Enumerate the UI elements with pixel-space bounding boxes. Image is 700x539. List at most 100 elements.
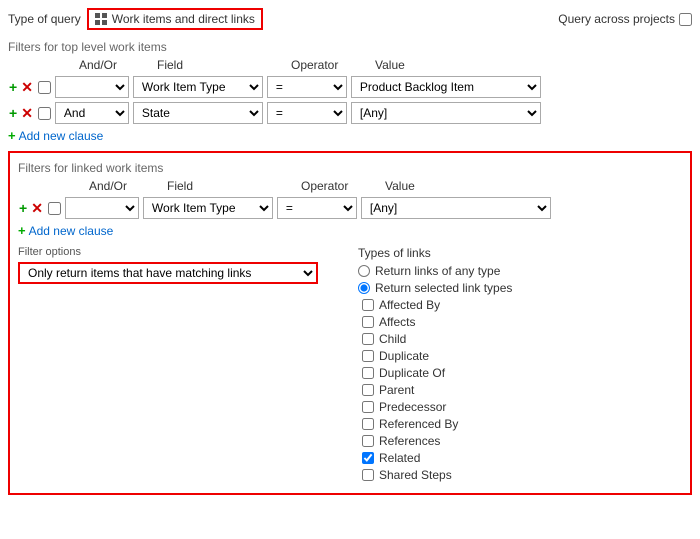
cb-references-input[interactable]: [362, 435, 374, 447]
cb-referenced-by-input[interactable]: [362, 418, 374, 430]
top-bar-left: Type of query Work items and direct link…: [8, 8, 263, 30]
cb-shared-steps-input[interactable]: [362, 469, 374, 481]
filter-options-select[interactable]: Only return items that have matching lin…: [18, 262, 318, 284]
cb-affects-input[interactable]: [362, 316, 374, 328]
linked-row1-checkbox[interactable]: [48, 202, 61, 215]
cb-affected-by: Affected By: [358, 298, 682, 312]
radio-any-type: Return links of any type: [358, 264, 682, 278]
cb-duplicate-of-input[interactable]: [362, 367, 374, 379]
linked-filters-header: And/Or Field Operator Value: [18, 179, 682, 193]
linked-filter-row-1: + ✕ And Or Work Item Type State Title = …: [18, 197, 682, 219]
linked-add-clause-button[interactable]: + Add new clause: [18, 223, 113, 238]
row2-add-button[interactable]: +: [8, 106, 18, 120]
top-add-clause-button[interactable]: + Add new clause: [8, 128, 103, 143]
types-of-links-section: Types of links Return links of any type …: [358, 246, 682, 485]
row1-remove-button[interactable]: ✕: [20, 80, 34, 94]
cb-parent: Parent: [358, 383, 682, 397]
cb-child-label: Child: [379, 332, 406, 346]
top-level-filters-section: Filters for top level work items And/Or …: [8, 40, 692, 143]
linked-row1-operator-select[interactable]: = !=: [277, 197, 357, 219]
top-filter-row-1: + ✕ And Or Work Item Type State Title = …: [8, 76, 692, 98]
linked-add-clause-label: Add new clause: [29, 224, 114, 238]
top-col-andor: And/Or: [79, 58, 153, 72]
cb-references-label: References: [379, 434, 440, 448]
top-add-clause-plus-icon: +: [8, 128, 16, 143]
top-col-value: Value: [375, 58, 565, 72]
query-type-label: Work items and direct links: [112, 12, 255, 26]
row2-value-select[interactable]: [Any] Active Resolved: [351, 102, 541, 124]
cb-predecessor: Predecessor: [358, 400, 682, 414]
cb-duplicate: Duplicate: [358, 349, 682, 363]
cb-related-input[interactable]: [362, 452, 374, 464]
row1-value-select[interactable]: Product Backlog Item Bug Task [Any]: [351, 76, 541, 98]
cb-predecessor-input[interactable]: [362, 401, 374, 413]
cb-related: Related: [358, 451, 682, 465]
row1-add-button[interactable]: +: [8, 80, 18, 94]
top-filters-label: Filters for top level work items: [8, 40, 692, 54]
linked-row1-value-select[interactable]: [Any] Product Backlog Item Bug: [361, 197, 551, 219]
cb-referenced-by: Referenced By: [358, 417, 682, 431]
top-bar: Type of query Work items and direct link…: [8, 8, 692, 30]
filter-options-section: Filter options Only return items that ha…: [18, 246, 682, 485]
query-type-button[interactable]: Work items and direct links: [87, 8, 263, 30]
row1-add-remove: + ✕: [8, 80, 34, 94]
cb-related-label: Related: [379, 451, 420, 465]
cb-parent-label: Parent: [379, 383, 414, 397]
radio-selected-types-label: Return selected link types: [375, 281, 512, 295]
row2-operator-select[interactable]: = !=: [267, 102, 347, 124]
cb-affects-label: Affects: [379, 315, 415, 329]
cb-parent-input[interactable]: [362, 384, 374, 396]
linked-col-field: Field: [167, 179, 297, 193]
cb-duplicate-input[interactable]: [362, 350, 374, 362]
top-filter-row-2: + ✕ And Or State Work Item Type Title = …: [8, 102, 692, 124]
cb-shared-steps-label: Shared Steps: [379, 468, 452, 482]
row1-operator-select[interactable]: = !=: [267, 76, 347, 98]
row1-andor-select[interactable]: And Or: [55, 76, 129, 98]
radio-any-type-label: Return links of any type: [375, 264, 500, 278]
query-across-projects: Query across projects: [558, 12, 692, 26]
types-of-links-label: Types of links: [358, 246, 682, 260]
top-add-clause-label: Add new clause: [19, 129, 104, 143]
cb-duplicate-of-label: Duplicate Of: [379, 366, 445, 380]
cb-predecessor-label: Predecessor: [379, 400, 446, 414]
cb-referenced-by-label: Referenced By: [379, 417, 458, 431]
row2-andor-select[interactable]: And Or: [55, 102, 129, 124]
linked-row1-andor-select[interactable]: And Or: [65, 197, 139, 219]
row2-add-remove: + ✕: [8, 106, 34, 120]
cb-duplicate-of: Duplicate Of: [358, 366, 682, 380]
cb-references: References: [358, 434, 682, 448]
linked-row1-add-remove: + ✕: [18, 201, 44, 215]
top-col-field: Field: [157, 58, 287, 72]
row2-field-select[interactable]: State Work Item Type Title: [133, 102, 263, 124]
cb-affected-by-label: Affected By: [379, 298, 440, 312]
linked-col-value: Value: [385, 179, 575, 193]
linked-row1-field-select[interactable]: Work Item Type State Title: [143, 197, 273, 219]
cb-affected-by-input[interactable]: [362, 299, 374, 311]
cb-child-input[interactable]: [362, 333, 374, 345]
query-across-label: Query across projects: [558, 12, 675, 26]
linked-row1-add-button[interactable]: +: [18, 201, 28, 215]
row2-remove-button[interactable]: ✕: [20, 106, 34, 120]
type-of-query-label: Type of query: [8, 12, 81, 26]
cb-duplicate-label: Duplicate: [379, 349, 429, 363]
top-col-operator: Operator: [291, 58, 371, 72]
radio-selected-types-input[interactable]: [358, 282, 370, 294]
linked-filters-label: Filters for linked work items: [18, 161, 682, 175]
query-across-checkbox[interactable]: [679, 13, 692, 26]
top-filters-header: And/Or Field Operator Value: [8, 58, 692, 72]
cb-shared-steps: Shared Steps: [358, 468, 682, 482]
linked-filters-section: Filters for linked work items And/Or Fie…: [8, 151, 692, 495]
row1-field-select[interactable]: Work Item Type State Title: [133, 76, 263, 98]
radio-any-type-input[interactable]: [358, 265, 370, 277]
cb-affects: Affects: [358, 315, 682, 329]
filter-options-left: Filter options Only return items that ha…: [18, 246, 328, 284]
grid-icon: [95, 13, 108, 26]
row2-checkbox[interactable]: [38, 107, 51, 120]
linked-col-operator: Operator: [301, 179, 381, 193]
linked-add-clause-plus-icon: +: [18, 223, 26, 238]
row1-checkbox[interactable]: [38, 81, 51, 94]
linked-col-andor: And/Or: [89, 179, 163, 193]
cb-child: Child: [358, 332, 682, 346]
linked-row1-remove-button[interactable]: ✕: [30, 201, 44, 215]
radio-selected-types: Return selected link types: [358, 281, 682, 295]
